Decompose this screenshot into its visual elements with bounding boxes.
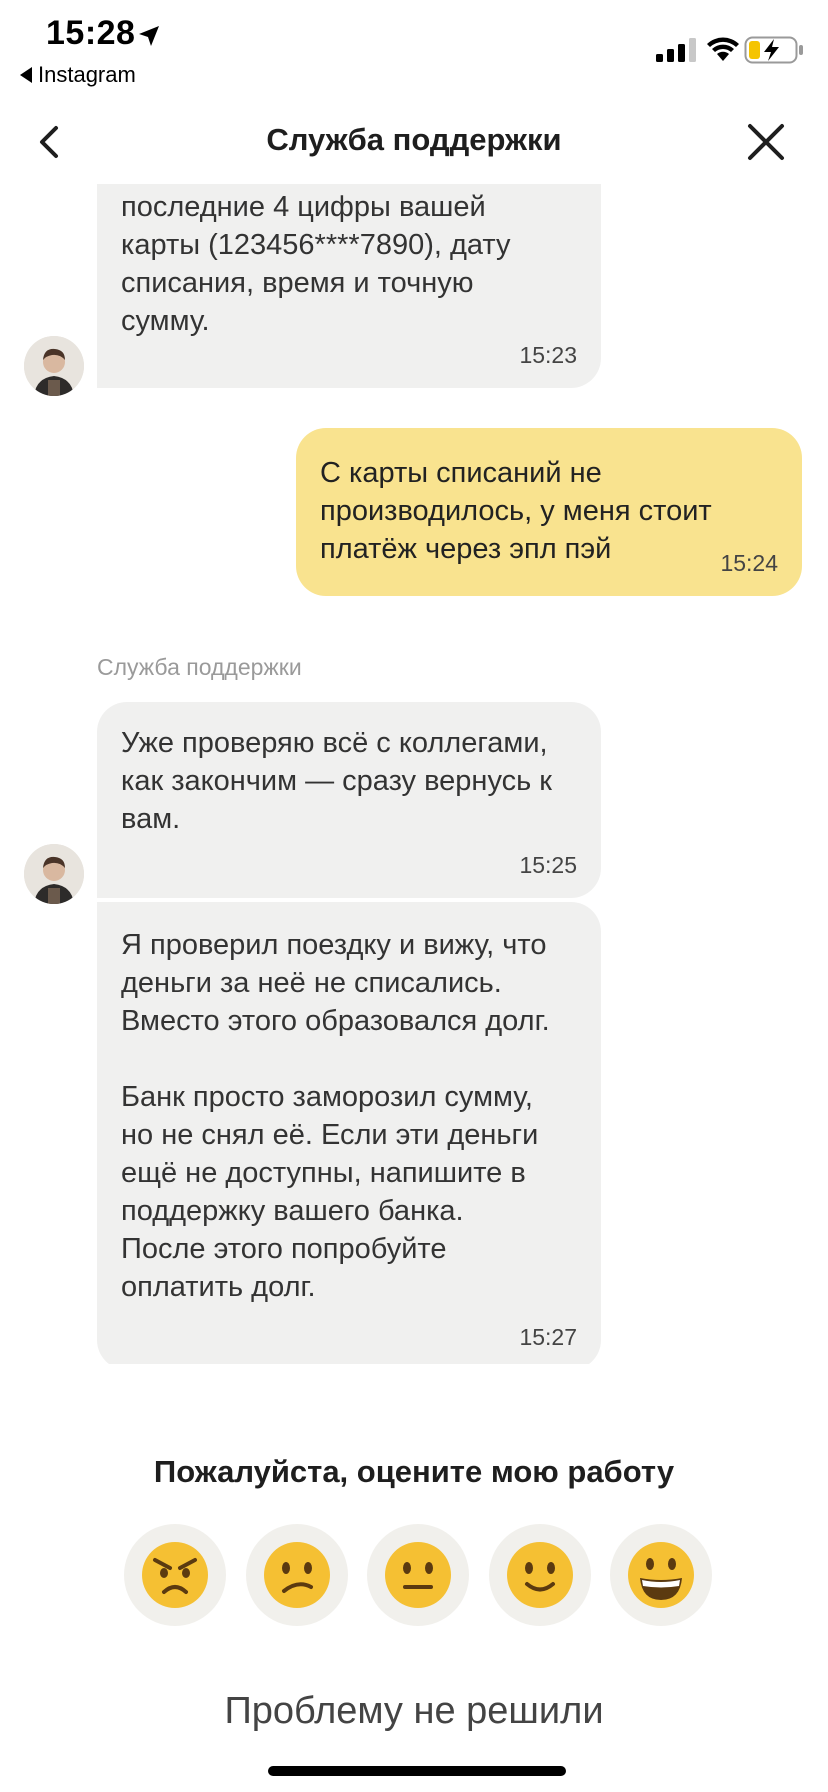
wifi-icon — [707, 37, 739, 61]
message-text: последние 4 цифры вашей карты (123456***… — [121, 191, 511, 337]
message-incoming: Уже проверяю всё с коллегами, как законч… — [97, 702, 601, 898]
page-title: Служба поддержки — [266, 122, 562, 157]
problem-not-solved-link[interactable]: Проблему не решили — [0, 1690, 828, 1733]
rating-title: Пожалуйста, оцените мою работу — [153, 1454, 675, 1489]
rate-smiling-button[interactable] — [488, 1524, 591, 1626]
message-time: 15:25 — [519, 852, 577, 878]
avatar-photo — [24, 844, 84, 904]
message-incoming: последние 4 цифры вашей карты (123456***… — [97, 184, 601, 388]
rate-grinning-button[interactable] — [610, 1524, 712, 1626]
close-icon[interactable] — [744, 120, 788, 164]
message-incoming: Я проверил поездку и вижу, что деньги за… — [97, 902, 601, 1364]
message-list: последние 4 цифры вашей карты (123456***… — [0, 184, 828, 1364]
message-time: 15:27 — [519, 1324, 577, 1350]
slightly-smiling-face-icon — [506, 1542, 573, 1608]
message-time: 15:23 — [519, 342, 577, 368]
cellular-signal-icon — [656, 38, 696, 62]
rating-faces — [124, 1524, 712, 1626]
angry-face-icon — [142, 1542, 208, 1608]
message-text: Я проверил поездку и вижу, что деньги за… — [121, 929, 550, 1303]
back-triangle-icon — [20, 67, 32, 83]
message-time: 15:24 — [720, 550, 778, 576]
grinning-face-icon — [628, 1542, 694, 1608]
avatar-photo — [24, 336, 84, 396]
battery-charging-icon — [744, 36, 803, 64]
neutral-face-icon — [385, 1542, 451, 1608]
home-indicator — [268, 1766, 566, 1776]
support-avatar — [24, 844, 84, 904]
status-bar: 15:28 Instagram — [0, 0, 828, 92]
status-time: 15:28 — [46, 14, 136, 52]
rate-neutral-button[interactable] — [367, 1524, 469, 1626]
chat-header: Служба поддержки — [0, 100, 828, 184]
message-text: Уже проверяю всё с коллегами, как законч… — [121, 727, 552, 835]
back-to-app-link[interactable]: Instagram — [20, 62, 136, 88]
rate-angry-button[interactable] — [124, 1524, 226, 1626]
support-avatar — [24, 336, 84, 396]
message-outgoing: С карты списаний не производилось, у мен… — [296, 428, 802, 596]
message-text: С карты списаний не производилось, у мен… — [320, 457, 712, 565]
sender-label: Служба поддержки — [97, 654, 302, 680]
location-arrow-icon — [139, 26, 159, 46]
back-app-label: Instagram — [38, 62, 136, 87]
rate-confused-button[interactable] — [245, 1524, 348, 1626]
confused-face-icon — [263, 1542, 330, 1608]
